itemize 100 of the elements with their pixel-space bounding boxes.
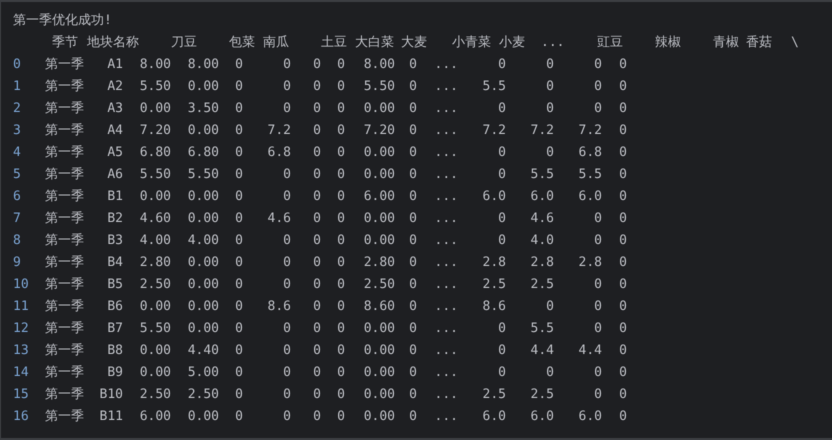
table-cell-text: 0 — [234, 144, 243, 162]
table-cell-text: ... — [434, 210, 458, 228]
table-cell-text: 0 — [545, 56, 554, 74]
table-cell-text: 第一季 — [45, 386, 85, 404]
table-cell-text: ... — [434, 276, 458, 294]
table-cell-text: 0.00 — [186, 408, 219, 426]
table-cell-text: 0 — [312, 320, 321, 338]
table-cell-text: 0 — [336, 188, 345, 206]
table-cell-text: 2.8 — [482, 254, 506, 272]
column-header: 豇豆 — [597, 35, 623, 50]
table-cell-text: 0 — [593, 100, 602, 118]
table-cell-text: 第一季 — [45, 276, 85, 294]
table-cell-text: 2.5 — [530, 386, 554, 404]
table-cell-text: 0 — [234, 210, 243, 228]
table-cell-text: 0 — [336, 386, 345, 404]
table-cell-text: 0 — [408, 298, 417, 316]
table-cell-text: 6.0 — [578, 188, 602, 206]
table-cell-text: 0 — [336, 56, 345, 74]
table-cell-text: 0 — [618, 232, 627, 250]
table-cell-text: ... — [434, 166, 458, 184]
table-cell-text: 4.60 — [138, 210, 171, 228]
column-header: 小青菜 — [452, 35, 491, 50]
table-cell-text: 0 — [408, 100, 417, 118]
table-cell-text: 0.00 — [362, 210, 395, 228]
table-cell-text: 5.50 — [138, 166, 171, 184]
table-cell-text: 0 — [234, 254, 243, 272]
column-header: 青椒 — [713, 35, 739, 50]
table-cell-text: 0 — [234, 100, 243, 118]
table-cell-text: 第一季 — [45, 210, 85, 228]
table-cell-text: 第一季 — [45, 254, 85, 272]
table-cell-text: 0 — [282, 364, 291, 382]
table-cell-text: 2.80 — [138, 254, 171, 272]
table-cell-text: ... — [434, 188, 458, 206]
table-cell-text: 4.00 — [186, 232, 219, 250]
table-cell-text: 0 — [312, 166, 321, 184]
table-cell-text: 8.00 — [138, 56, 171, 74]
column-header: 辣椒 — [655, 35, 681, 50]
row-index: 9 — [13, 254, 22, 272]
table-cell-text: 0.00 — [138, 298, 171, 316]
table-cell-text: 0.00 — [138, 100, 171, 118]
table-cell-text: 2.50 — [138, 386, 171, 404]
table-cell-text: 0 — [408, 320, 417, 338]
table-cell-text: 5.5 — [578, 166, 602, 184]
table-cell-text: 0.00 — [186, 298, 219, 316]
row-index: 2 — [13, 100, 22, 118]
table-cell-text: 0 — [312, 78, 321, 96]
table-cell-text: 第一季 — [45, 56, 85, 74]
console-message: 第一季优化成功! — [13, 12, 113, 30]
table-cell-text: 0 — [618, 210, 627, 228]
table-cell-text: 0 — [282, 78, 291, 96]
table-cell-text: 0 — [593, 364, 602, 382]
table-cell-text: 0 — [336, 254, 345, 272]
table-cell-text: 0 — [312, 342, 321, 360]
table-cell-text: A2 — [106, 78, 123, 96]
table-cell-text: ... — [434, 100, 458, 118]
table-cell-text: 0.00 — [186, 188, 219, 206]
table-cell-text: 0 — [336, 166, 345, 184]
table-cell-text: 0 — [282, 342, 291, 360]
table-cell-text: 0 — [618, 386, 627, 404]
table-cell-text: 第一季 — [45, 78, 85, 96]
table-cell-text: 0 — [312, 386, 321, 404]
row-index: 1 — [13, 78, 22, 96]
table-cell-text: 0 — [234, 320, 243, 338]
table-cell-text: 6.0 — [482, 408, 506, 426]
table-cell-text: 0 — [336, 342, 345, 360]
table-cell-text: B4 — [106, 254, 123, 272]
table-cell-text: 0 — [408, 144, 417, 162]
table-cell-text: 0.00 — [186, 210, 219, 228]
table-cell-text: 0 — [336, 364, 345, 382]
table-cell-text: 第一季 — [45, 408, 85, 426]
table-cell-text: 0 — [282, 408, 291, 426]
column-header: 大麦 — [401, 35, 427, 50]
table-cell-text: 0 — [336, 276, 345, 294]
table-cell-text: 5.50 — [138, 78, 171, 96]
table-cell-text: 0.00 — [186, 78, 219, 96]
table-cell-text: 0 — [282, 188, 291, 206]
table-cell-text: 0 — [497, 56, 506, 74]
column-header: 地块名称 — [87, 35, 139, 50]
table-cell-text: ... — [434, 342, 458, 360]
table-cell-text: 2.5 — [530, 276, 554, 294]
table-cell-text: 2.5 — [482, 276, 506, 294]
table-cell-text: ... — [434, 364, 458, 382]
table-cell-text: 0 — [282, 276, 291, 294]
table-cell-text: 8.00 — [186, 56, 219, 74]
table-cell-text: 5.00 — [186, 364, 219, 382]
table-cell-text: 0 — [497, 342, 506, 360]
table-cell-text: 0 — [497, 144, 506, 162]
table-cell-text: 2.50 — [186, 386, 219, 404]
table-cell-text: 0 — [618, 320, 627, 338]
table-cell-text: 第一季 — [45, 100, 85, 118]
table-cell-text: 0.00 — [362, 342, 395, 360]
row-index: 3 — [13, 122, 22, 140]
table-cell-text: 0 — [234, 364, 243, 382]
table-cell-text: 0 — [618, 254, 627, 272]
table-cell-text: 6.0 — [482, 188, 506, 206]
table-cell-text: 7.2 — [578, 122, 602, 140]
table-cell-text: 0 — [618, 122, 627, 140]
row-index: 12 — [13, 320, 30, 338]
table-cell-text: 0.00 — [362, 364, 395, 382]
table-cell-text: 5.5 — [530, 166, 554, 184]
